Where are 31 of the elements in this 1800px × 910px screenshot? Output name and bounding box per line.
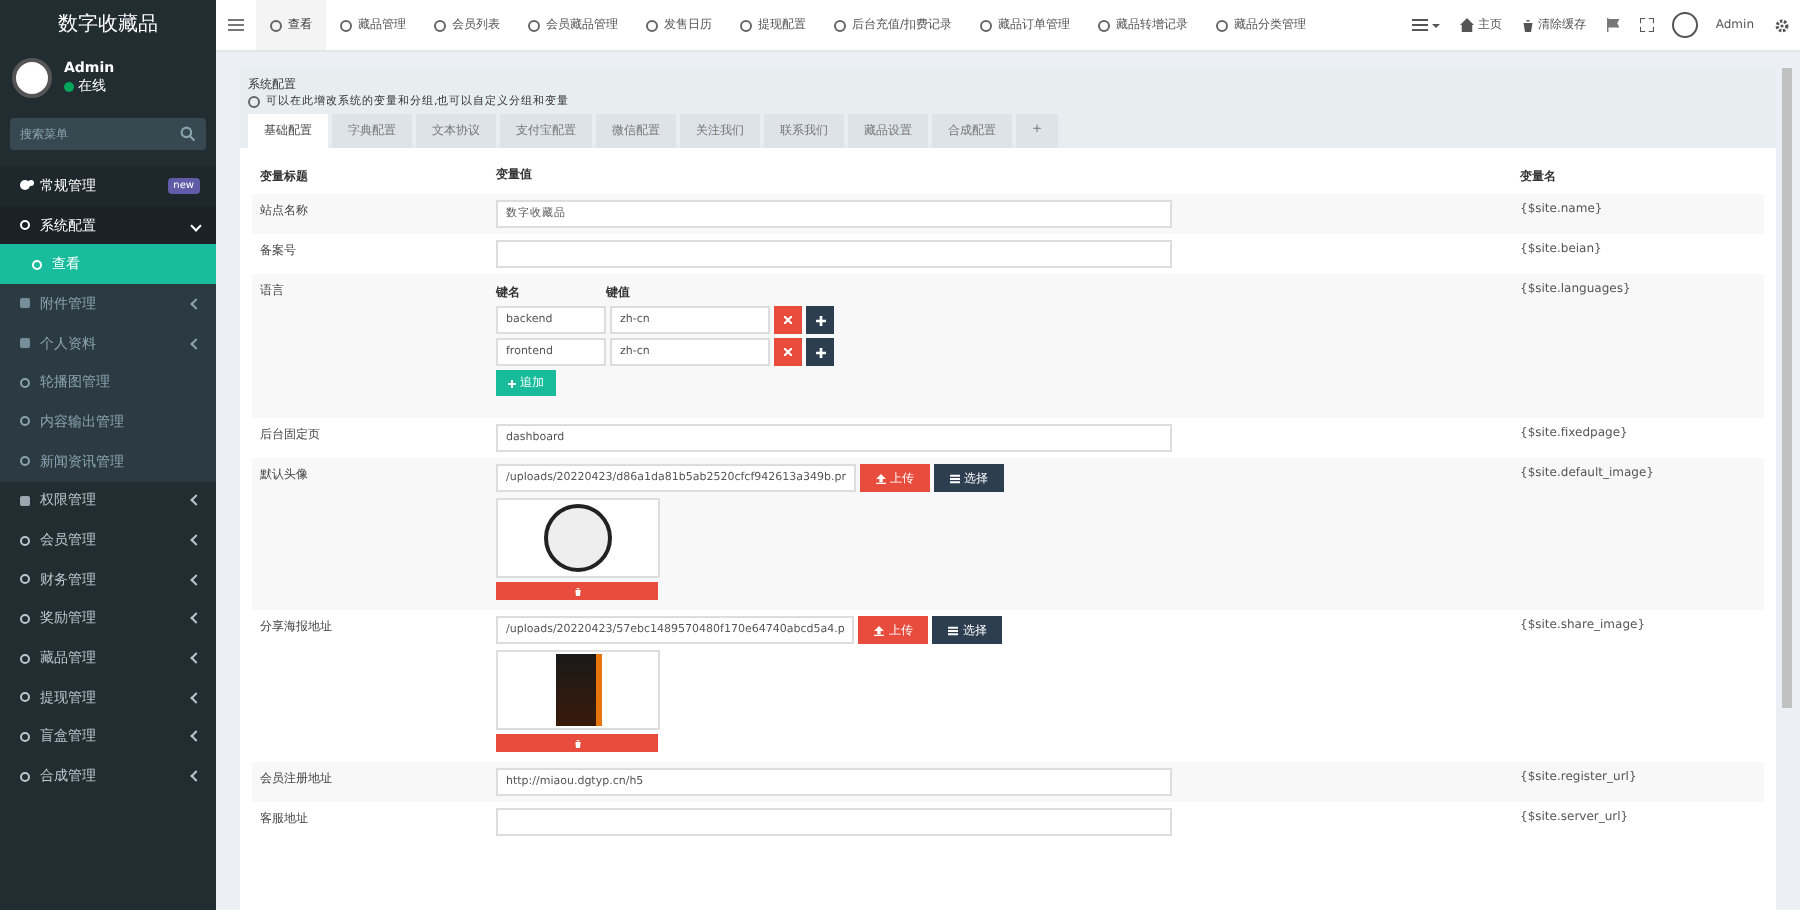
- close-icon: [784, 316, 792, 324]
- settings-icon[interactable]: [1774, 17, 1790, 33]
- list-icon: [950, 473, 960, 483]
- app-title: 数字收藏品: [56, 11, 160, 40]
- remove-button[interactable]: [774, 306, 802, 334]
- trash-icon: [573, 587, 581, 595]
- move-button[interactable]: [806, 306, 834, 334]
- plus-icon: [815, 347, 825, 357]
- text-field[interactable]: [496, 808, 1172, 836]
- avatar-icon: [12, 58, 52, 98]
- upload-icon: [876, 473, 886, 483]
- remove-button[interactable]: [774, 338, 802, 366]
- plus-icon: [815, 315, 825, 325]
- poster-image: [555, 654, 601, 726]
- search-icon: [180, 126, 196, 142]
- trash-icon: [1521, 19, 1534, 31]
- menu-icon[interactable]: [228, 18, 244, 32]
- scrollbar[interactable]: [1782, 68, 1792, 708]
- text-field[interactable]: [496, 240, 1172, 268]
- home-icon: [1459, 18, 1474, 32]
- plus-icon: [508, 379, 516, 387]
- list-icon: [948, 625, 959, 635]
- trash-icon: [573, 739, 581, 747]
- upload-icon: [874, 625, 885, 635]
- logo-image: [544, 504, 612, 572]
- avatar-icon[interactable]: [1671, 12, 1698, 38]
- close-icon: [784, 348, 792, 356]
- flag-icon[interactable]: [1605, 18, 1620, 32]
- list-icon[interactable]: [1411, 18, 1440, 32]
- move-button[interactable]: [806, 338, 834, 366]
- fullscreen-icon[interactable]: [1639, 18, 1654, 32]
